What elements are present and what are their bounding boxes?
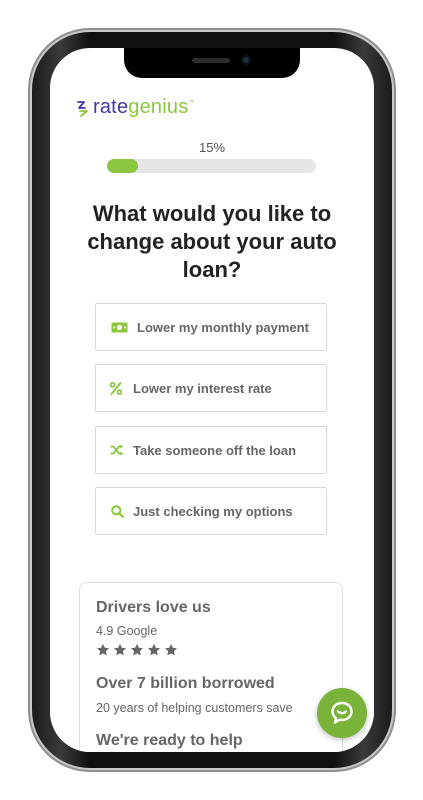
logo-trademark: ™ [188,100,195,106]
phone-notch [124,48,300,78]
option-label: Just checking my options [133,503,293,519]
front-camera [241,55,251,65]
rategenius-logo[interactable]: rate genius ™ [76,96,194,119]
reviews-heading: Drivers love us [96,599,211,616]
ready-heading: We're ready to help [96,732,243,749]
star-icon [130,643,144,656]
search-icon [109,503,125,519]
logo-text-genius: genius [128,96,189,118]
question-heading: What would you like to change about your… [87,201,337,282]
chat-bubble-icon [331,701,353,724]
speaker-grille [192,58,230,63]
progress-percentage: 15% [198,140,226,155]
shuffle-icon [109,442,125,458]
star-icon [147,643,161,656]
star-rating [96,643,178,657]
star-icon [113,643,127,656]
option-lower-interest-rate[interactable]: Lower my interest rate [95,364,327,412]
star-icon [164,643,178,656]
option-label: Take someone off the loan [133,442,297,458]
logo-mark-icon [77,100,88,117]
chat-button[interactable] [317,688,367,738]
reviews-card: Drivers love us 4.9 Google Over 7 billio… [79,582,343,752]
google-rating: 4.9 Google [96,624,158,638]
option-take-someone-off-loan[interactable]: Take someone off the loan [95,426,327,474]
star-icon [96,643,110,656]
stat-text: 20 years of helping customers save [96,701,293,715]
stat-heading: Over 7 billion borrowed [96,675,275,692]
option-label: Lower my interest rate [133,380,272,396]
progress-bar-fill [107,159,139,173]
money-icon [109,319,129,335]
option-just-checking[interactable]: Just checking my options [95,487,327,535]
logo-text-rate: rate [93,96,129,118]
percent-icon [109,380,123,396]
option-lower-monthly-payment[interactable]: Lower my monthly payment [95,303,327,351]
progress-bar [107,159,316,173]
option-label: Lower my monthly payment [137,319,309,335]
phone-screen: rate genius ™ 15% What would you like to… [50,48,374,752]
